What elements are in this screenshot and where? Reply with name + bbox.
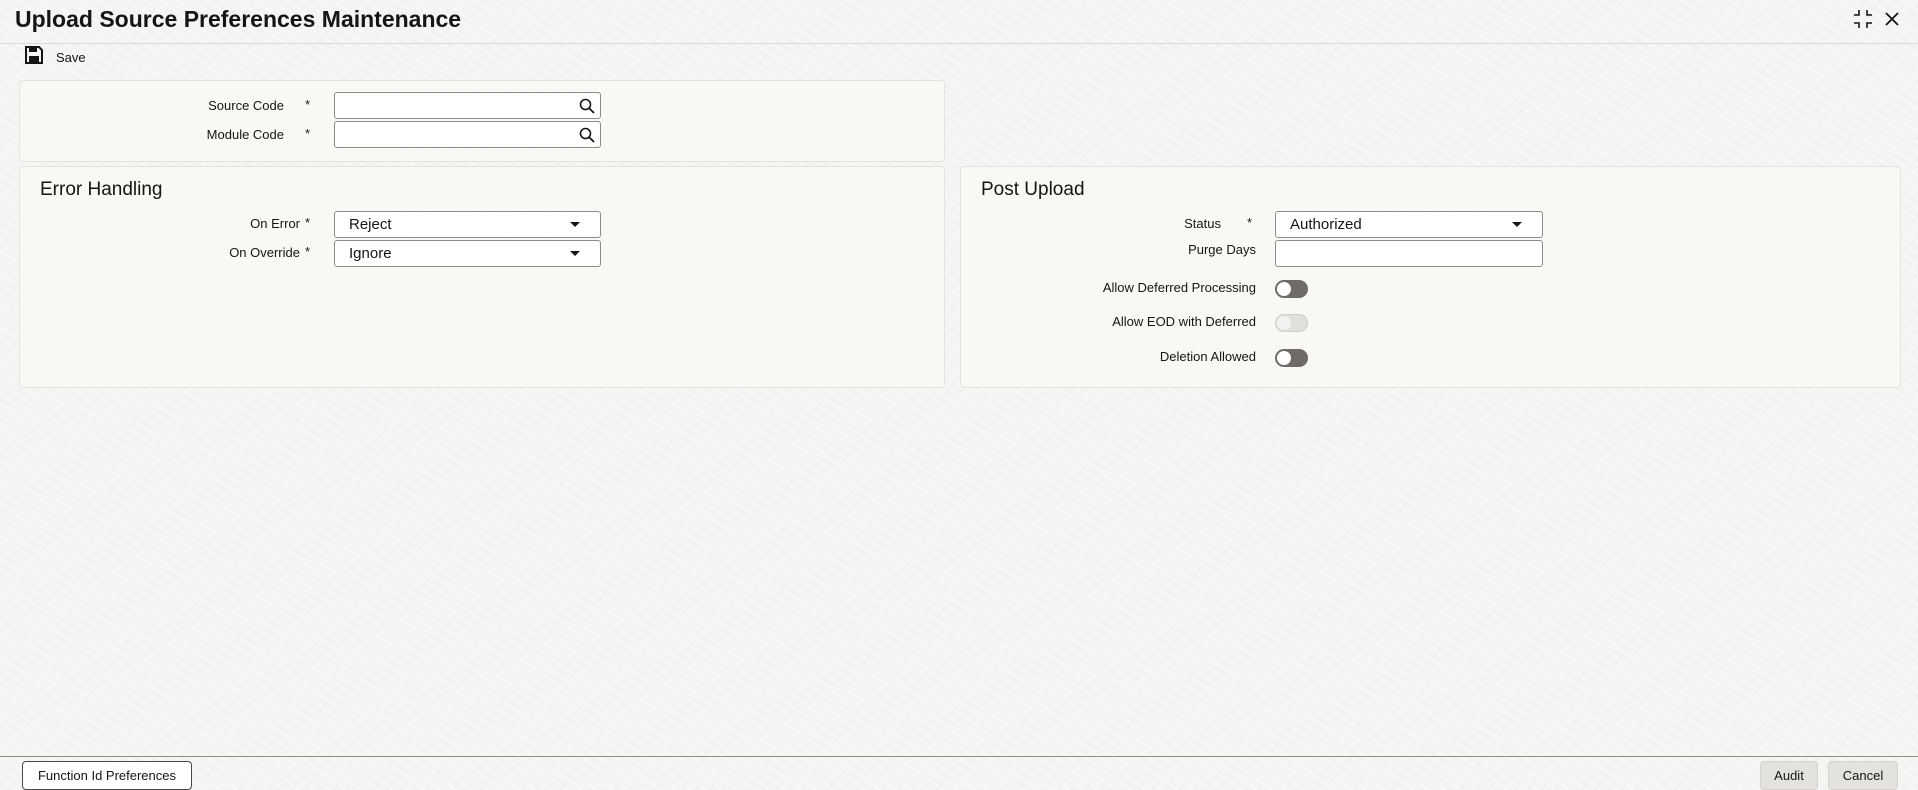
allow-deferred-processing-toggle[interactable] xyxy=(1275,280,1308,298)
required-marker: * xyxy=(305,97,311,112)
purge-days-label: Purge Days xyxy=(1188,242,1256,257)
allow-eod-with-deferred-toggle xyxy=(1275,314,1308,332)
purge-days-input[interactable] xyxy=(1275,240,1543,267)
page-title: Upload Source Preferences Maintenance xyxy=(15,6,462,32)
on-override-label: On Override xyxy=(229,245,300,260)
error-handling-title: Error Handling xyxy=(40,179,163,200)
maximize-icon[interactable] xyxy=(1851,7,1875,31)
on-error-row: On Error * xyxy=(20,211,320,237)
chevron-down-icon xyxy=(570,222,580,227)
header-form-panel: Source Code * Module Code * xyxy=(19,80,945,162)
audit-button[interactable]: Audit xyxy=(1760,761,1818,790)
module-code-label: Module Code xyxy=(206,127,284,142)
toggle-knob xyxy=(1277,316,1291,330)
module-code-row: Module Code * xyxy=(20,122,320,148)
allow-eod-with-deferred-label: Allow EOD with Deferred xyxy=(1112,314,1256,329)
on-override-row: On Override * xyxy=(20,240,320,266)
purge-days-row: Purge Days xyxy=(961,237,1256,263)
on-override-select[interactable]: Ignore xyxy=(334,240,601,267)
save-button[interactable]: Save xyxy=(24,45,86,70)
required-marker: * xyxy=(305,126,311,141)
toggle-knob xyxy=(1277,351,1291,365)
cancel-button[interactable]: Cancel xyxy=(1828,761,1898,790)
post-upload-title: Post Upload xyxy=(981,179,1085,200)
status-label: Status xyxy=(1184,216,1221,231)
deletion-allowed-label: Deletion Allowed xyxy=(1159,349,1256,364)
toggle-knob xyxy=(1277,282,1291,296)
on-error-select[interactable]: Reject xyxy=(334,211,601,238)
required-marker: * xyxy=(305,215,311,230)
search-icon[interactable] xyxy=(576,124,598,146)
title-bar: Upload Source Preferences Maintenance xyxy=(0,0,1918,44)
toolbar: Save xyxy=(0,44,1918,70)
function-id-preferences-button[interactable]: Function Id Preferences xyxy=(22,761,192,790)
error-handling-panel: Error Handling On Error * Reject On Over… xyxy=(19,166,945,388)
chevron-down-icon xyxy=(1512,222,1522,227)
floppy-disk-icon xyxy=(24,45,44,70)
on-error-label: On Error xyxy=(250,216,300,231)
save-label: Save xyxy=(56,49,86,65)
allow-eod-with-deferred-row: Allow EOD with Deferred xyxy=(961,309,1256,335)
footer: Function Id Preferences Audit Cancel xyxy=(0,756,1918,790)
required-marker: * xyxy=(305,244,311,259)
source-code-label: Source Code xyxy=(208,98,284,113)
close-icon[interactable] xyxy=(1880,7,1904,31)
chevron-down-icon xyxy=(570,251,580,256)
search-icon[interactable] xyxy=(576,95,598,117)
module-code-input[interactable] xyxy=(334,121,601,148)
allow-deferred-processing-label: Allow Deferred Processing xyxy=(1102,280,1256,295)
deletion-allowed-toggle[interactable] xyxy=(1275,349,1308,367)
source-code-input[interactable] xyxy=(334,92,601,119)
post-upload-panel: Post Upload Status * Authorized Purge Da… xyxy=(960,166,1901,388)
required-marker: * xyxy=(1247,215,1253,230)
source-code-row: Source Code * xyxy=(20,93,320,119)
status-row: Status * xyxy=(961,211,1256,237)
deletion-allowed-row: Deletion Allowed xyxy=(961,344,1256,370)
allow-deferred-processing-row: Allow Deferred Processing xyxy=(961,275,1256,301)
status-select[interactable]: Authorized xyxy=(1275,211,1543,238)
